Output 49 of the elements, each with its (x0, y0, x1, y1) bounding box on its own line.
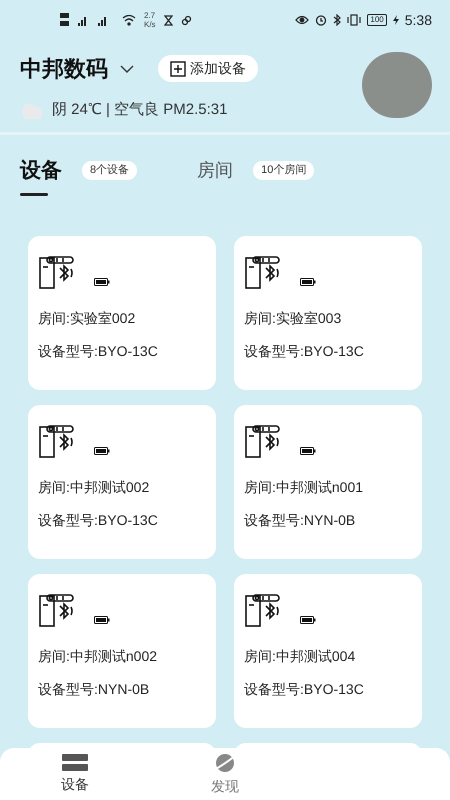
battery-icon (300, 278, 316, 286)
add-device-button[interactable]: 添加设备 (158, 55, 258, 82)
model-label: 设备型号:NYN-0B (244, 511, 356, 530)
model-label: 设备型号:NYN-0B (38, 680, 150, 699)
count-badge: 8个设备 (82, 161, 138, 180)
vibrate-icon (347, 14, 362, 26)
room-label: 房间:中邦测试n002 (38, 647, 158, 666)
battery-icon (300, 616, 316, 624)
device-card[interactable]: 房间:中邦测试002 设备型号:BYO-13C (28, 405, 216, 559)
model-label: 设备型号:BYO-13C (38, 511, 159, 530)
battery-icon (94, 278, 110, 286)
alarm-icon (315, 14, 328, 26)
room-label: 房间:中邦测试002 (38, 478, 150, 497)
nav-tab[interactable]: 设备 (0, 748, 150, 800)
count-badge: 10个房间 (253, 161, 314, 180)
room-label: 房间:实验室002 (38, 309, 136, 328)
link-icon (180, 14, 192, 26)
battery-icon (94, 616, 110, 624)
device-card[interactable]: 房间:中邦测试n002 设备型号:NYN-0B (28, 574, 216, 728)
battery-level: 100 (367, 14, 387, 26)
battery-icon (300, 447, 316, 455)
device-card[interactable]: 房间:中邦测试n001 设备型号:NYN-0B (234, 405, 422, 559)
device-card[interactable]: 房间:实验室002 设备型号:BYO-13C (28, 236, 216, 390)
hourglass-icon (164, 14, 173, 26)
category-tab[interactable]: 设备 (20, 154, 62, 186)
room-label: 房间:中邦测试004 (244, 647, 356, 666)
charging-icon (392, 15, 399, 25)
chevron-down-icon[interactable] (120, 64, 134, 72)
room-label: 房间:实验室003 (244, 309, 342, 328)
tab-underline-indicator (20, 192, 48, 196)
device-card[interactable]: 房间:中邦测试004 设备型号:BYO-13C (234, 574, 422, 728)
clock-time: 5:38 (404, 10, 432, 30)
wifi-icon (122, 14, 136, 26)
battery-icon (94, 447, 110, 455)
nav-tab[interactable]: 发现 (150, 748, 300, 800)
network-speed: 2.7 (144, 11, 156, 20)
eye-icon (295, 15, 310, 25)
company-title: 中邦数码 (20, 55, 108, 83)
device-card[interactable]: 房间:实验室003 设备型号:BYO-13C (234, 236, 422, 390)
weather-text: 阴 24℃ | 空气良 PM2.5:31 (52, 100, 228, 120)
room-label: 房间:中邦测试n001 (244, 478, 364, 497)
plus-icon (170, 60, 186, 76)
model-label: 设备型号:BYO-13C (244, 680, 365, 699)
speed-unit: K/s (144, 20, 156, 29)
model-label: 设备型号:BYO-13C (38, 342, 159, 361)
model-label: 设备型号:BYO-13C (244, 342, 365, 361)
server-icon (62, 754, 88, 772)
bluetooth-icon (333, 14, 342, 26)
category-tab[interactable]: 房间 (197, 156, 234, 184)
